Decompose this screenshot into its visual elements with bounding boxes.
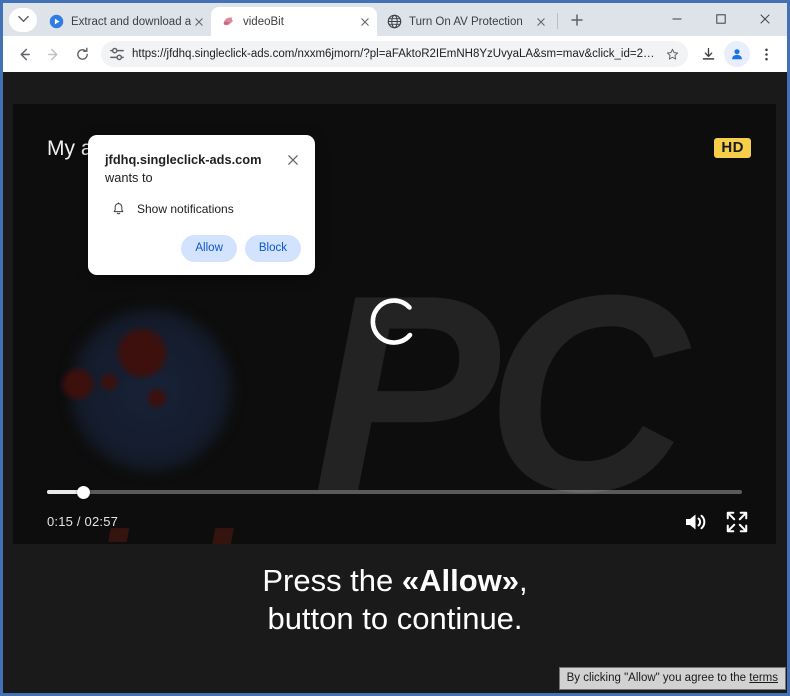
window-minimize-button[interactable] (655, 3, 699, 34)
permission-title: jfdhq.singleclick-ads.com wants to (105, 151, 285, 187)
time-display: 0:15 / 02:57 (47, 514, 119, 529)
instruction-text: Press the «Allow», button to continue. (3, 562, 787, 638)
download-icon (702, 47, 714, 60)
tab-extract-audio[interactable]: Extract and download audio an (39, 7, 211, 36)
reload-button[interactable] (68, 40, 96, 68)
progress-knob[interactable] (77, 486, 91, 499)
permission-request-row: Show notifications (105, 200, 301, 218)
watermark-dot (148, 389, 166, 407)
permission-request-label: Show notifications (137, 202, 234, 216)
new-tab-button[interactable] (564, 7, 590, 33)
instruction-line-2: button to continue. (267, 601, 523, 636)
chevron-down-icon (17, 11, 29, 29)
player-controls: 0:15 / 02:57 (13, 459, 776, 544)
permission-origin: jfdhq.singleclick-ads.com (105, 152, 262, 167)
window-maximize-button[interactable] (699, 3, 743, 34)
loading-spinner-icon (366, 293, 424, 351)
reload-icon (76, 47, 88, 60)
bell-icon (109, 200, 127, 218)
permission-header: jfdhq.singleclick-ads.com wants to (105, 151, 301, 187)
browser-menu-button[interactable] (752, 40, 780, 68)
downloads-button[interactable] (694, 40, 722, 68)
tab-close-button[interactable] (191, 14, 207, 30)
progress-bar[interactable] (47, 486, 742, 499)
watermark-dot (101, 374, 117, 390)
player-right-controls (682, 509, 750, 535)
tab-turn-on-av-protection[interactable]: Turn On AV Protection (377, 7, 553, 36)
site-settings-icon[interactable] (108, 45, 126, 63)
address-bar[interactable]: https://jfdhq.singleclick-ads.com/nxxm6j… (101, 41, 688, 67)
instruction-emphasis: «Allow» (401, 563, 520, 598)
tab-separator (557, 13, 558, 29)
close-icon (288, 155, 298, 165)
allow-button[interactable]: Allow (181, 235, 237, 262)
bookmark-star-icon[interactable] (662, 44, 682, 64)
play-circle-icon (49, 14, 64, 29)
globe-icon (387, 14, 402, 29)
instruction-suffix: , (519, 563, 528, 598)
terms-text: By clicking "Allow" you agree to the (566, 672, 750, 684)
browser-toolbar: https://jfdhq.singleclick-ads.com/nxxm6j… (3, 36, 787, 72)
window-close-button[interactable] (743, 3, 787, 34)
tab-close-button[interactable] (357, 14, 373, 30)
notification-permission-dialog[interactable]: jfdhq.singleclick-ads.com wants to Show … (88, 135, 315, 275)
block-button[interactable]: Block (244, 235, 301, 262)
plus-icon (571, 14, 583, 26)
forward-button[interactable] (39, 40, 67, 68)
tab-videobit[interactable]: videoBit (211, 7, 377, 36)
terms-link[interactable]: terms (749, 672, 778, 684)
instruction-prefix: Press the (262, 563, 402, 598)
fullscreen-icon[interactable] (724, 509, 750, 535)
tab-search-button[interactable] (9, 8, 37, 32)
permission-title-suffix: wants to (105, 170, 153, 185)
terms-notice: By clicking "Allow" you agree to the ter… (558, 667, 786, 690)
tab-title: videoBit (243, 15, 284, 28)
tab-title: Extract and download audio an (71, 15, 191, 28)
pink-bird-icon (221, 14, 236, 29)
three-dot-menu-icon (764, 48, 768, 60)
hd-quality-badge: HD (714, 138, 751, 158)
account-avatar-icon (732, 49, 742, 60)
permission-close-button[interactable] (285, 152, 301, 168)
watermark-dot (63, 369, 93, 399)
back-button[interactable] (10, 40, 38, 68)
instruction-line-1: Press the «Allow», (3, 562, 787, 600)
page-viewport: PC risk.com My ad HD 0:15 / (3, 72, 787, 693)
arrow-left-icon (20, 48, 30, 60)
watermark-blob (70, 309, 232, 471)
window-controls (655, 3, 787, 36)
browser-window: Extract and download audio an videoBit (0, 0, 790, 696)
watermark-dot (118, 329, 166, 377)
permission-actions: Allow Block (105, 235, 301, 262)
profile-avatar[interactable] (724, 41, 750, 67)
tab-strip: Extract and download audio an videoBit (3, 3, 787, 36)
tab-close-button[interactable] (533, 14, 549, 30)
url-text[interactable]: https://jfdhq.singleclick-ads.com/nxxm6j… (132, 47, 658, 61)
arrow-right-icon (47, 48, 57, 60)
tab-title: Turn On AV Protection (409, 15, 523, 28)
chrome-browser: Extract and download audio an videoBit (3, 3, 787, 693)
volume-on-icon[interactable] (682, 509, 708, 535)
progress-track (47, 490, 742, 494)
